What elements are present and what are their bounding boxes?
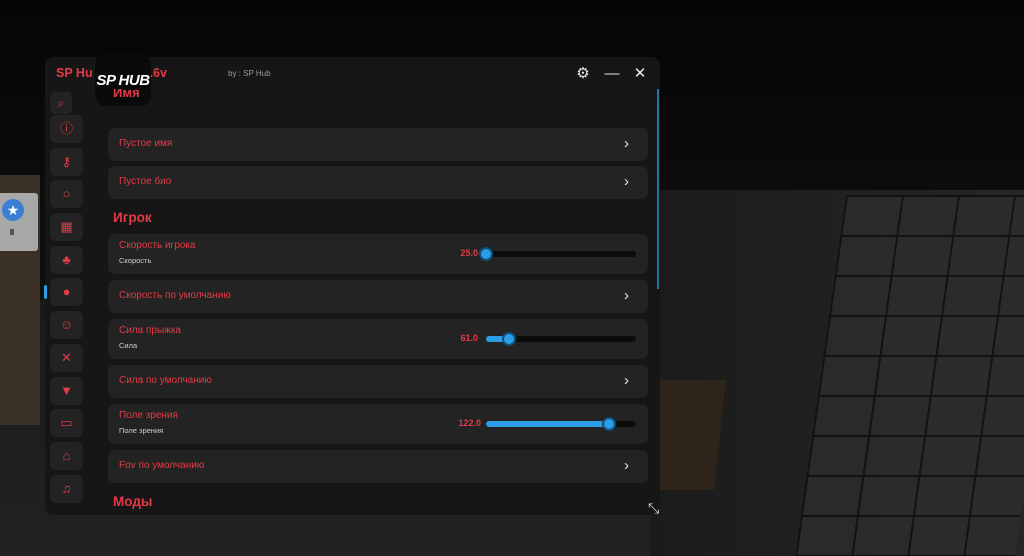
script-hub-window: SP Hu haven | 1.6v by : SP Hub ⚙ — ✕ SP … [44, 54, 660, 515]
key-icon[interactable]: ⚷ [50, 148, 83, 176]
slider-knob[interactable] [479, 247, 493, 261]
search-icon[interactable]: ⌕ [50, 92, 72, 114]
empty-bio-button[interactable]: Пустое био › [108, 166, 648, 199]
tree-icon[interactable]: ♣ [50, 246, 83, 274]
row-label: Скорость по умолчанию [119, 290, 231, 301]
user-icon[interactable]: ● [50, 278, 83, 306]
jump-slider[interactable] [486, 332, 636, 346]
minimize-icon[interactable]: — [601, 63, 623, 85]
row-sublabel: Сила [119, 341, 138, 350]
car-icon[interactable]: ▭ [50, 409, 83, 437]
row-label: Пустое био [119, 176, 172, 187]
empty-name-button[interactable]: Пустое имя › [108, 128, 648, 161]
fov-slider-row: Поле зрения Поле зрения 122.0 [108, 404, 648, 444]
slider-value: 122.0 [458, 418, 481, 428]
row-label: Поле зрения [119, 410, 178, 421]
logo-text: SP HUB [96, 71, 150, 89]
speed-slider[interactable] [479, 247, 636, 261]
info-icon[interactable]: ⓘ [50, 115, 83, 143]
row-label: Fov по умолчанию [119, 460, 205, 471]
scrollbar[interactable] [657, 89, 659, 289]
resize-icon[interactable]: ⤡ [648, 500, 664, 516]
section-heading-player: Игрок [113, 210, 152, 225]
music-icon[interactable]: ♫ [50, 475, 83, 503]
circle-icon[interactable]: ○ [50, 180, 83, 208]
window-author: by : SP Hub [228, 69, 271, 78]
active-indicator [44, 285, 47, 299]
side-widget[interactable]: ★ [0, 193, 38, 251]
widget-dot [10, 229, 14, 235]
section-heading-mods: Моды [113, 494, 153, 509]
chevron-right-icon: › [624, 287, 629, 304]
jump-power-slider-row: Сила прыжка Сила 61.0 [108, 319, 648, 359]
row-label: Пустое имя [119, 138, 173, 149]
default-jump-button[interactable]: Сила по умолчанию › [108, 365, 648, 398]
fov-slider[interactable] [486, 417, 636, 431]
chevron-right-icon: › [624, 457, 629, 474]
shirt-icon[interactable]: ▼ [50, 377, 83, 405]
buildings-icon[interactable]: ▦ [50, 213, 83, 241]
content-panel: Имя Пустое имя › Пустое био › Игрок Скор… [108, 89, 651, 515]
row-label: Сила по умолчанию [119, 375, 212, 386]
slider-fill [486, 421, 609, 427]
sidebar: ⌕ ⓘ ⚷ ○ ▦ ♣ ● ☺ ✕ ▼ ▭ ⌂ ♫ [44, 89, 86, 509]
close-icon[interactable]: ✕ [629, 63, 651, 85]
slider-value: 25.0 [460, 248, 478, 258]
slider-knob[interactable] [602, 417, 616, 431]
row-sublabel: Скорость [119, 256, 152, 265]
chevron-right-icon: › [624, 135, 629, 152]
row-label: Сила прыжка [119, 325, 181, 336]
default-speed-button[interactable]: Скорость по умолчанию › [108, 280, 648, 313]
star-icon: ★ [2, 199, 24, 221]
gear-icon[interactable]: ⚙ [572, 63, 594, 85]
default-fov-button[interactable]: Fov по умолчанию › [108, 450, 648, 483]
tools-icon[interactable]: ✕ [50, 344, 83, 372]
section-heading-name: Имя [113, 89, 140, 100]
row-sublabel: Поле зрения [119, 426, 164, 435]
player-speed-slider-row: Скорость игрока Скорость 25.0 [108, 234, 648, 274]
row-label: Скорость игрока [119, 240, 196, 251]
house-icon[interactable]: ⌂ [50, 442, 83, 470]
chevron-right-icon: › [624, 173, 629, 190]
slider-knob[interactable] [502, 332, 516, 346]
face-icon[interactable]: ☺ [50, 311, 83, 339]
slider-value: 61.0 [460, 333, 478, 343]
chevron-right-icon: › [624, 372, 629, 389]
